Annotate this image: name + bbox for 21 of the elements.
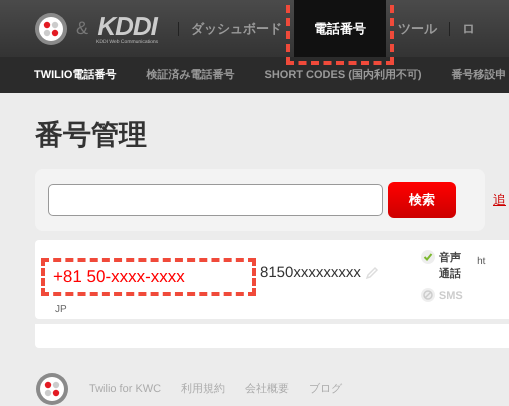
url-text: ht [477,255,486,269]
search-field[interactable] [48,184,383,216]
brand-logo: KDDI [97,12,157,38]
sub-nav-item[interactable]: SHORT CODES (国内利用不可) [264,66,422,84]
logo-icon [34,12,68,46]
add-link[interactable]: 追 [493,190,506,210]
ampersand: & [76,17,88,40]
nav-tab[interactable]: ロ [450,0,488,57]
sub-nav-item[interactable]: 検証済み電話番号 [146,66,234,84]
phone-number-link[interactable]: +81 50-xxxx-xxxx [41,258,256,296]
nav-tab[interactable]: ツール [386,0,450,57]
nav-tab[interactable]: 電話番号 [294,0,386,57]
search-button[interactable]: 検索 [388,182,456,218]
page-title: 番号管理 [35,119,148,151]
capability-label: 音声通話 [438,250,462,282]
nav-tab[interactable]: ダッシュボード [179,0,294,57]
logo-icon [35,372,69,406]
sub-nav-item[interactable]: 番号移設申 [452,66,507,84]
sub-nav-item[interactable]: TWILIO電話番号 [34,66,116,84]
friendly-name: 8150xxxxxxxxx [260,263,361,283]
country-code: JP [55,302,68,316]
